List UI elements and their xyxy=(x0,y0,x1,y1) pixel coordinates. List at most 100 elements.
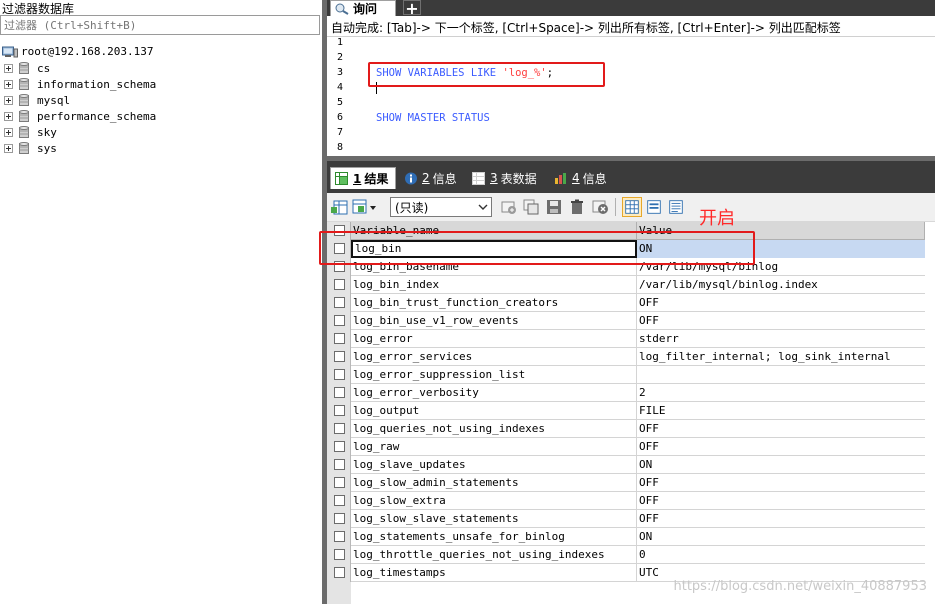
add-row-icon[interactable] xyxy=(500,198,518,216)
value-cell[interactable]: OFF xyxy=(637,312,925,330)
delete-icon[interactable] xyxy=(568,198,586,216)
row-checkbox[interactable] xyxy=(334,477,345,488)
variable-name-cell[interactable]: log_raw xyxy=(351,438,637,456)
row-checkbox[interactable] xyxy=(334,333,345,344)
row-checkbox[interactable] xyxy=(334,549,345,560)
row-checkbox[interactable] xyxy=(334,405,345,416)
table-row[interactable]: log_raw OFF xyxy=(327,438,925,456)
table-row[interactable]: log_error_suppression_list xyxy=(327,366,925,384)
database-node[interactable]: cs xyxy=(0,60,322,76)
row-checkbox[interactable] xyxy=(334,513,345,524)
value-cell[interactable]: 0 xyxy=(637,546,925,564)
table-row[interactable]: log_error_services log_filter_internal; l… xyxy=(327,348,925,366)
database-node[interactable]: information_schema xyxy=(0,76,322,92)
value-cell[interactable]: log_filter_internal; log_sink_internal xyxy=(637,348,925,366)
row-checkbox[interactable] xyxy=(334,351,345,362)
tab-result-3[interactable]: 3 表数据 xyxy=(468,167,546,189)
table-row[interactable]: log_slow_admin_statements OFF xyxy=(327,474,925,492)
table-row[interactable]: log_error_verbosity 2 xyxy=(327,384,925,402)
row-checkbox[interactable] xyxy=(334,459,345,470)
expand-icon[interactable] xyxy=(4,127,13,137)
table-row[interactable]: log_queries_not_using_indexes OFF xyxy=(327,420,925,438)
table-row[interactable]: log_slow_extra OFF xyxy=(327,492,925,510)
variable-name-cell[interactable]: log_bin_index xyxy=(351,276,637,294)
database-node[interactable]: performance_schema xyxy=(0,108,322,124)
table-row[interactable]: log_bin_index/var/lib/mysql/binlog.index xyxy=(327,276,925,294)
table-row[interactable]: log_output FILE xyxy=(327,402,925,420)
expand-icon[interactable] xyxy=(4,79,13,89)
form-view-icon[interactable] xyxy=(644,197,664,217)
tab-result-4[interactable]: 4 信息 xyxy=(550,167,614,189)
value-cell[interactable]: FILE xyxy=(637,402,925,420)
variable-name-cell[interactable]: log_bin_use_v1_row_events xyxy=(351,312,637,330)
value-cell[interactable]: OFF xyxy=(637,438,925,456)
row-checkbox[interactable] xyxy=(334,441,345,452)
row-checkbox[interactable] xyxy=(334,423,345,434)
variable-name-cell[interactable]: log_slave_updates xyxy=(351,456,637,474)
result-grid[interactable]: Variable_name Value log_bin ON log_bin_bas… xyxy=(319,222,935,604)
value-cell[interactable]: ON xyxy=(637,528,925,546)
value-cell[interactable]: 2 xyxy=(637,384,925,402)
sql-editor[interactable]: 12345678 SHOW VARIABLES LIKE 'log_%'; SH… xyxy=(327,36,935,161)
variable-name-cell[interactable]: log_queries_not_using_indexes xyxy=(351,420,637,438)
variable-name-cell[interactable]: log_bin_trust_function_creators xyxy=(351,294,637,312)
database-node[interactable]: sys xyxy=(0,140,322,156)
database-node[interactable]: mysql xyxy=(0,92,322,108)
table-row[interactable]: log_error stderr xyxy=(327,330,925,348)
variable-name-cell[interactable]: log_slow_admin_statements xyxy=(351,474,637,492)
variable-name-cell[interactable]: log_error_services xyxy=(351,348,637,366)
variable-name-cell[interactable]: log_statements_unsafe_for_binlog xyxy=(351,528,637,546)
duplicate-row-icon[interactable] xyxy=(522,198,540,216)
variable-name-cell[interactable]: log_error_suppression_list xyxy=(351,366,637,384)
variable-name-cell[interactable]: log_slow_slave_statements xyxy=(351,510,637,528)
add-tab-button[interactable]: + xyxy=(403,0,421,17)
table-row[interactable]: log_bin_trust_function_creators OFF xyxy=(327,294,925,312)
row-checkbox[interactable] xyxy=(334,297,345,308)
tab-query[interactable]: 询问 xyxy=(330,0,396,16)
variable-name-cell[interactable]: log_slow_extra xyxy=(351,492,637,510)
connection-node[interactable]: root@192.168.203.137 xyxy=(0,43,322,60)
save-icon[interactable] xyxy=(545,198,563,216)
value-cell[interactable]: OFF xyxy=(637,492,925,510)
variable-name-cell[interactable]: log_error_verbosity xyxy=(351,384,637,402)
row-checkbox[interactable] xyxy=(334,495,345,506)
row-checkbox[interactable] xyxy=(334,315,345,326)
row-checkbox[interactable] xyxy=(334,369,345,380)
expand-icon[interactable] xyxy=(4,111,13,121)
expand-icon[interactable] xyxy=(4,95,13,105)
row-checkbox[interactable] xyxy=(334,531,345,542)
expand-icon[interactable] xyxy=(4,143,13,153)
row-checkbox[interactable] xyxy=(334,279,345,290)
value-cell[interactable] xyxy=(637,366,925,384)
table-row[interactable]: log_statements_unsafe_for_binlog ON xyxy=(327,528,925,546)
value-cell[interactable]: OFF xyxy=(637,474,925,492)
table-row[interactable]: log_slow_slave_statements OFF xyxy=(327,510,925,528)
value-cell[interactable]: OFF xyxy=(637,420,925,438)
value-cell[interactable]: OFF xyxy=(637,294,925,312)
value-cell[interactable]: stderr xyxy=(637,330,925,348)
value-cell[interactable]: ON xyxy=(637,456,925,474)
variable-name-cell[interactable]: log_throttle_queries_not_using_indexes xyxy=(351,546,637,564)
variable-name-cell[interactable]: log_timestamps xyxy=(351,564,637,582)
text-view-icon[interactable] xyxy=(666,197,686,217)
table-row[interactable]: log_slave_updates ON xyxy=(327,456,925,474)
row-checkbox[interactable] xyxy=(334,567,345,578)
export-grid-icon[interactable] xyxy=(331,198,349,216)
database-node[interactable]: sky xyxy=(0,124,322,140)
variable-name-cell[interactable]: log_output xyxy=(351,402,637,420)
tab-result-1[interactable]: 1 结果 xyxy=(330,167,396,189)
database-filter-input[interactable] xyxy=(0,15,320,35)
table-row[interactable]: log_bin_use_v1_row_events OFF xyxy=(327,312,925,330)
expand-icon[interactable] xyxy=(4,63,13,73)
result-tab-label: 信息 xyxy=(582,171,607,186)
variable-name-cell[interactable]: log_error xyxy=(351,330,637,348)
table-row[interactable]: log_throttle_queries_not_using_indexes 0 xyxy=(327,546,925,564)
cancel-changes-icon[interactable] xyxy=(591,198,609,216)
import-dropdown-icon[interactable] xyxy=(352,198,378,216)
tab-result-2[interactable]: 2 信息 xyxy=(400,167,462,189)
grid-view-icon[interactable] xyxy=(622,197,642,217)
value-cell[interactable]: /var/lib/mysql/binlog.index xyxy=(637,276,925,294)
readonly-mode-select[interactable]: (只读) xyxy=(390,197,492,217)
row-checkbox[interactable] xyxy=(334,387,345,398)
value-cell[interactable]: OFF xyxy=(637,510,925,528)
